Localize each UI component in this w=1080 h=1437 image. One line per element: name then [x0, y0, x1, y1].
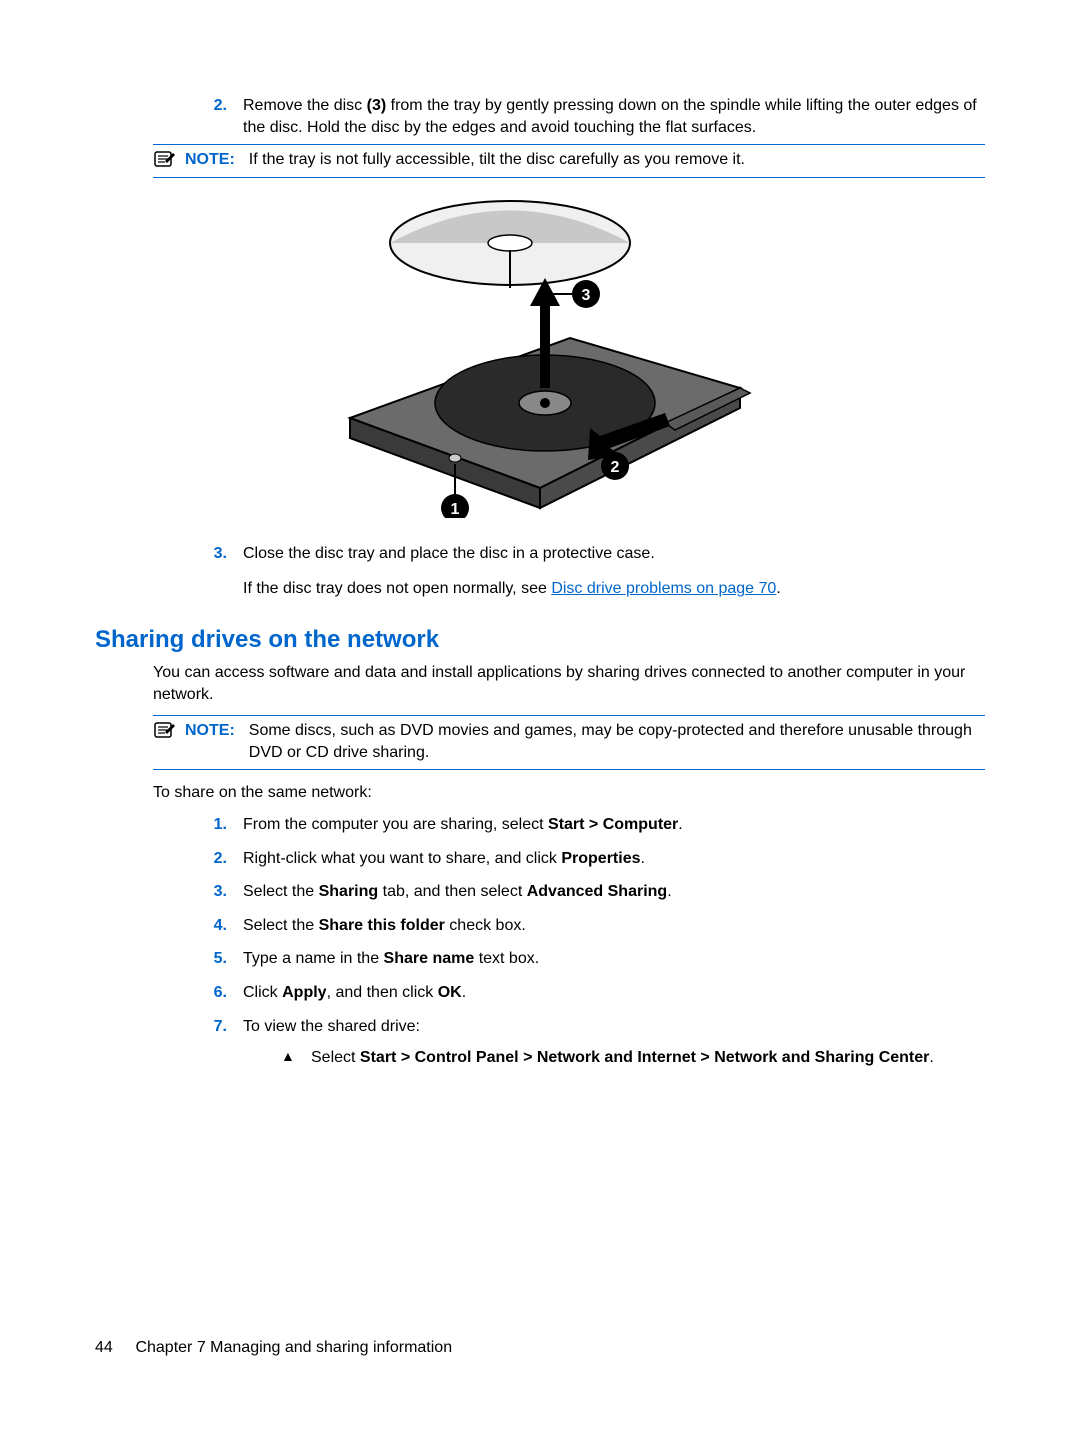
heading-sharing-drives: Sharing drives on the network [95, 626, 985, 654]
note-copy-protected: NOTE: Some discs, such as DVD movies and… [153, 715, 985, 770]
step-2: 2. Remove the disc (3) from the tray by … [95, 95, 985, 138]
svg-text:3: 3 [582, 287, 591, 304]
note-icon [153, 720, 185, 740]
chapter-title: Chapter 7 Managing and sharing informati… [135, 1339, 452, 1356]
step-body: Select the Sharing tab, and then select … [243, 881, 985, 903]
step-body: From the computer you are sharing, selec… [243, 814, 985, 836]
note-tilt-disc: NOTE: If the tray is not fully accessibl… [153, 144, 985, 178]
note-label: NOTE: [185, 720, 249, 742]
share-step-4: 4.Select the Share this folder check box… [95, 915, 985, 937]
step-number: 3. [185, 543, 243, 565]
step-body: Close the disc tray and place the disc i… [243, 543, 985, 565]
share-step-6: 6.Click Apply, and then click OK. [95, 982, 985, 1004]
share-lead: To share on the same network: [95, 782, 985, 804]
svg-text:2: 2 [611, 459, 620, 476]
step-number: 3. [185, 881, 243, 903]
svg-text:1: 1 [451, 501, 460, 518]
step-body: Select the Share this folder check box. [243, 915, 985, 937]
note-label: NOTE: [185, 149, 249, 171]
step-number: 4. [185, 915, 243, 937]
link-disc-drive-problems[interactable]: Disc drive problems on page 70 [551, 580, 776, 597]
step-body: Type a name in the Share name text box. [243, 948, 985, 970]
step-number: 7. [185, 1016, 243, 1069]
step-number: 1. [185, 814, 243, 836]
figure-disc-tray: 3 2 1 [95, 188, 985, 523]
substep-item: ▲Select Start > Control Panel > Network … [281, 1047, 985, 1069]
substep-body: Select Start > Control Panel > Network a… [311, 1047, 934, 1069]
step-3: 3. Close the disc tray and place the dis… [95, 543, 985, 565]
share-step-2: 2.Right-click what you want to share, an… [95, 848, 985, 870]
step-number: 6. [185, 982, 243, 1004]
share-step-3: 3.Select the Sharing tab, and then selec… [95, 881, 985, 903]
step-number: 2. [185, 95, 243, 138]
note-text: If the tray is not fully accessible, til… [249, 149, 985, 171]
step-body: Click Apply, and then click OK. [243, 982, 985, 1004]
step-number: 5. [185, 948, 243, 970]
step-body: Right-click what you want to share, and … [243, 848, 985, 870]
page-number: 44 [95, 1339, 131, 1357]
note-icon [153, 149, 185, 169]
share-step-7: 7.To view the shared drive:▲Select Start… [95, 1016, 985, 1069]
step-body: To view the shared drive:▲Select Start >… [243, 1016, 985, 1069]
triangle-bullet-icon: ▲ [281, 1047, 311, 1069]
share-step-1: 1.From the computer you are sharing, sel… [95, 814, 985, 836]
intro-paragraph: You can access software and data and ins… [95, 662, 985, 705]
step-number: 2. [185, 848, 243, 870]
page-footer: 44 Chapter 7 Managing and sharing inform… [95, 1339, 452, 1357]
share-step-5: 5.Type a name in the Share name text box… [95, 948, 985, 970]
substep-list: ▲Select Start > Control Panel > Network … [243, 1047, 985, 1069]
step-body: Remove the disc (3) from the tray by gen… [243, 95, 985, 138]
tray-fail-note: If the disc tray does not open normally,… [95, 578, 985, 600]
note-text: Some discs, such as DVD movies and games… [249, 720, 985, 763]
